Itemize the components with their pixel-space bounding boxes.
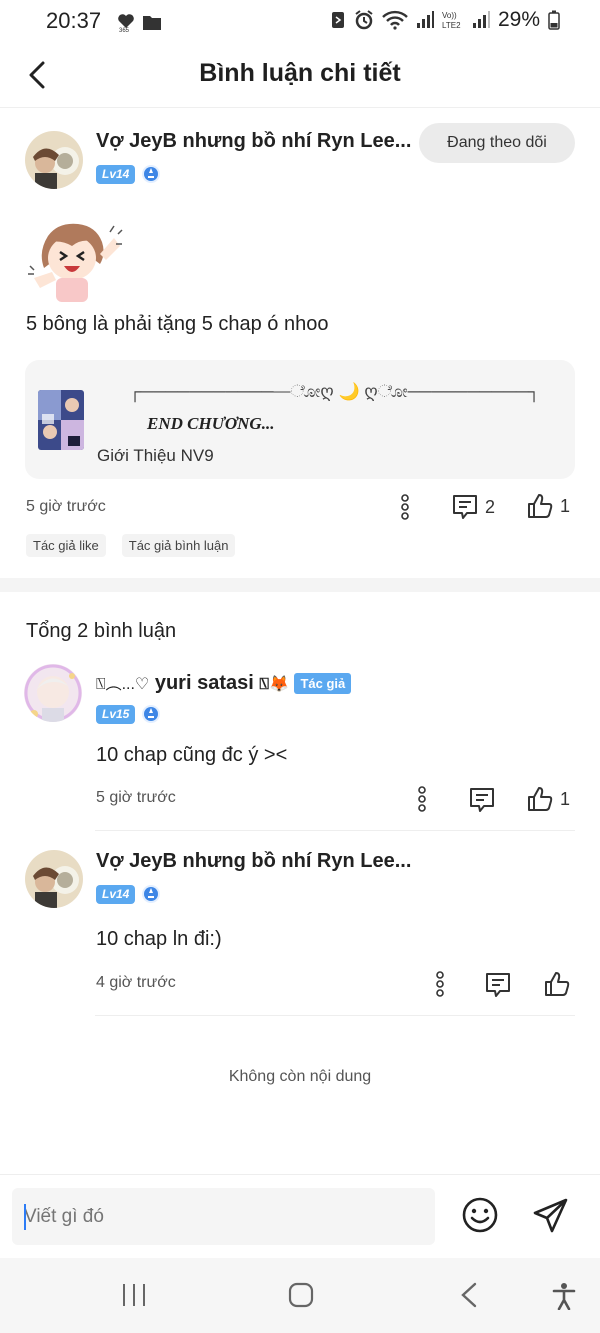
accessibility-icon[interactable] [551,1282,577,1310]
like-count: 1 [560,495,571,516]
like-button[interactable] [543,970,577,998]
emoji-icon[interactable] [461,1196,499,1234]
chapter-end-text: END CHƯƠNG... [147,414,275,433]
avatar[interactable] [25,850,83,908]
comment-timestamp: 4 giờ trước [96,974,176,991]
text-cursor [24,1204,26,1230]
comment-divider [95,830,575,831]
volte-icon: Vo))LTE2 [442,11,461,30]
heart-365-icon: 365 [118,14,134,33]
level-badge: Lv15 [96,704,136,724]
reply-button[interactable]: 2 [451,493,495,521]
post-author-name[interactable]: Vợ JeyB nhưng bồ nhí Ryn Lee... [96,130,411,153]
svg-text:LTE2: LTE2 [442,21,461,30]
svg-text:365: 365 [119,28,130,33]
chapter-decoration: ┌────────────ೋღ 🌙 ღೋ──────────┐ [129,382,541,401]
section-divider [0,578,600,592]
thumbs-up-icon [528,787,553,811]
home-icon[interactable] [288,1282,314,1308]
thumbs-up-icon [528,494,553,518]
app-header: Bình luận chi tiết [0,44,600,108]
page-title: Bình luận chi tiết [199,59,401,87]
comment-author-name[interactable]: yuri satasi [155,672,254,694]
comment-author-prefix: ⍂︵...♡ [96,676,150,693]
more-vertical-icon [401,494,409,520]
following-button[interactable]: Đang theo dõi [419,123,575,163]
more-options-button[interactable] [415,786,429,812]
level-badge: Lv14 [96,884,136,904]
comment-timestamp: 5 giờ trước [96,789,176,806]
signal-icon [416,11,434,28]
total-comments-label: Tổng 2 bình luận [26,620,177,642]
comment-author-row: ⍂︵...♡ yuri satasi ⍂🦊 Tác giả [96,670,352,695]
status-bar: 20:37 365 Vo)) LTE2 29% [0,0,600,44]
medal-icon [142,165,161,183]
author-tags: Tác giả like Tác giả bình luận [26,534,236,557]
shared-chapter-card[interactable]: ┌────────────ೋღ 🌙 ღೋ──────────┐ END CHƯƠ… [25,360,575,479]
reply-button[interactable] [468,786,496,814]
comment-icon [470,788,494,812]
nfc-icon [331,12,344,28]
comment-text: 10 chap ln đi:) [96,928,222,950]
tag-author-like: Tác giả like [26,534,106,557]
post-text: 5 bông là phải tặng 5 chap ó nhoo [26,313,329,335]
thumbs-up-icon [545,972,570,996]
comment-author-suffix: ⍂🦊 [259,676,289,693]
system-nav-bar [0,1258,600,1333]
back-nav-icon[interactable] [458,1282,480,1308]
medal-icon [142,705,161,723]
end-of-list-label: Không còn nội dung [228,1068,372,1085]
like-button[interactable]: 1 [526,785,570,813]
comment-input[interactable] [12,1188,435,1245]
alarm-icon [355,10,373,30]
comment-icon [486,973,510,997]
battery-percent: 29% [497,8,540,31]
chapter-name: Giới Thiệu NV9 [97,446,214,465]
folder-icon [143,16,161,30]
recent-apps-icon[interactable] [121,1282,147,1308]
reply-count: 2 [485,496,496,517]
comment-icon [453,495,477,519]
more-options-button[interactable] [433,971,447,997]
more-vertical-icon [436,971,444,997]
post-actions: 2 1 [0,490,600,526]
level-badge: Lv14 [96,164,136,184]
tag-author-comment: Tác giả bình luận [121,534,236,557]
battery-icon [548,10,560,30]
more-options-button[interactable] [398,494,412,520]
status-time: 20:37 [46,8,102,33]
comment-author-name[interactable]: Vợ JeyB nhưng bồ nhí Ryn Lee... [96,850,411,873]
signal-icon [472,11,490,28]
send-icon[interactable] [532,1196,570,1234]
author-tag-badge: Tác giả [294,673,352,695]
like-button[interactable]: 1 [526,492,570,520]
wifi-icon [382,10,408,30]
comment-divider [95,1015,575,1016]
svg-text:Vo)): Vo)) [442,11,457,20]
avatar[interactable] [24,664,82,722]
comment-text: 10 chap cũng đc ý >< [96,744,288,766]
medal-icon [142,885,161,903]
reply-button[interactable] [484,971,512,999]
sticker-image [28,223,123,302]
comment-input-bar [0,1174,600,1258]
avatar[interactable] [25,131,83,189]
more-vertical-icon [418,786,426,812]
chapter-thumbnail [38,390,84,450]
like-count: 1 [560,788,571,809]
